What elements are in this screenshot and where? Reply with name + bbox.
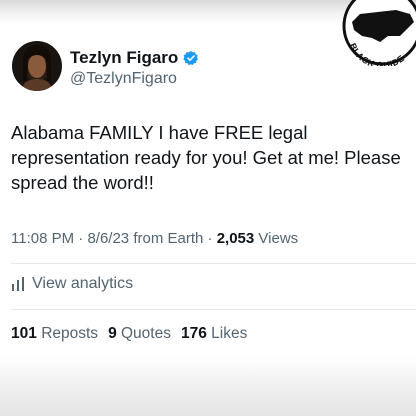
likes-stat[interactable]: 176 Likes	[181, 325, 247, 342]
tweet-text: Alabama FAMILY I have FREE legal represe…	[11, 122, 401, 193]
screenshot-bottom-edge	[0, 356, 416, 416]
meta-separator: ·	[78, 230, 84, 247]
display-name-row[interactable]: Tezlyn Figaro	[70, 48, 199, 68]
views-count: 2,053	[216, 230, 255, 247]
user-handle[interactable]: @TezlynFigaro	[70, 70, 177, 88]
engagement-stats: 101 Reposts 9 Quotes 176 Likes	[11, 325, 247, 343]
tweet-time[interactable]: 11:08 PM	[11, 230, 74, 247]
quotes-stat[interactable]: 9 Quotes	[108, 325, 171, 342]
reposts-stat[interactable]: 101 Reposts	[11, 325, 98, 342]
display-name[interactable]: Tezlyn Figaro	[70, 48, 178, 68]
view-analytics-link[interactable]: View analytics	[11, 275, 133, 293]
verified-badge-icon	[183, 51, 199, 66]
divider	[11, 263, 416, 264]
tweet-source: from Earth	[133, 230, 204, 247]
views-label: Views	[258, 230, 299, 247]
likes-label: Likes	[211, 325, 248, 342]
reposts-label: Reposts	[41, 325, 99, 342]
reposts-count: 101	[11, 325, 37, 342]
bar-chart-icon	[12, 277, 24, 291]
meta-separator: ·	[207, 230, 213, 247]
divider	[11, 309, 416, 310]
quotes-count: 9	[108, 325, 117, 342]
black-guide-logo: BLACK GUIDE	[342, 0, 416, 66]
profile-photo	[12, 41, 62, 91]
quotes-label: Quotes	[121, 325, 171, 342]
avatar[interactable]	[12, 41, 62, 91]
view-analytics-label[interactable]: View analytics	[32, 275, 133, 293]
likes-count: 176	[180, 325, 207, 342]
tweet-date[interactable]: 8/6/23	[87, 230, 129, 247]
tweet-metadata: 11:08 PM · 8/6/23 from Earth · 2,053 Vie…	[11, 230, 298, 247]
